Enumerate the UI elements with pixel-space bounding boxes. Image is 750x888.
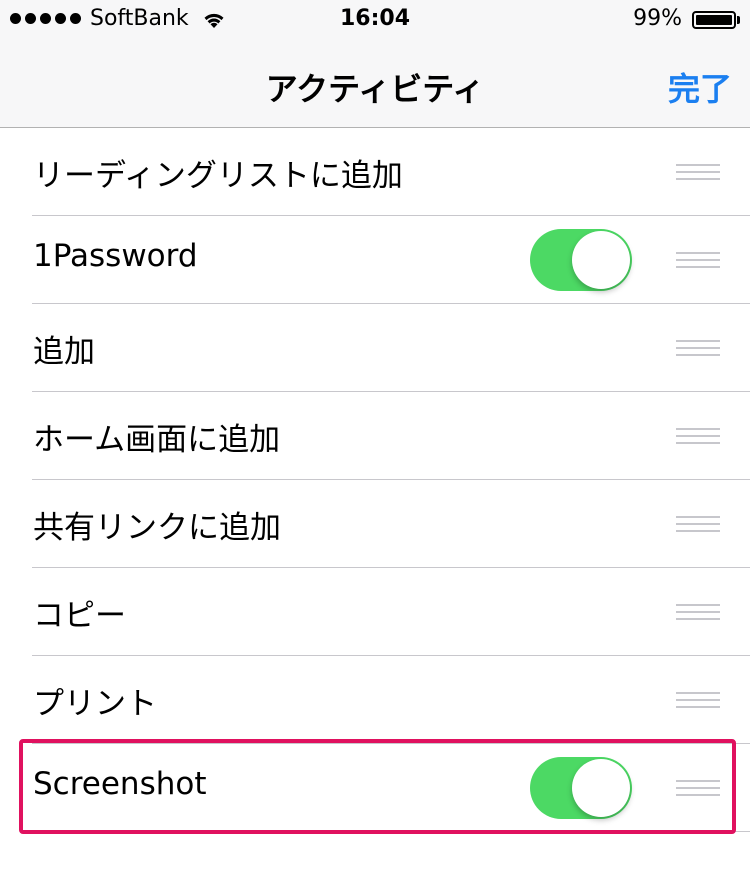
activity-label: Screenshot xyxy=(33,766,207,802)
reorder-grip-icon[interactable] xyxy=(676,252,720,273)
toggle-knob xyxy=(572,231,630,289)
reorder-grip-icon[interactable] xyxy=(676,780,720,801)
activity-label: プリント xyxy=(33,686,157,722)
status-bar: SoftBank 16:04 99% xyxy=(0,0,750,40)
battery-tip xyxy=(737,16,740,24)
activity-label: ホーム画面に追加 xyxy=(33,422,281,458)
activity-label: リーディングリストに追加 xyxy=(33,158,403,194)
activity-row: プリント xyxy=(0,656,750,744)
reorder-grip-icon[interactable] xyxy=(676,164,720,185)
navigation-header: SoftBank 16:04 99% アクティビティ 完了 xyxy=(0,0,750,128)
activity-row: ホーム画面に追加 xyxy=(0,392,750,480)
activity-toggle[interactable] xyxy=(530,757,632,819)
activity-toggle[interactable] xyxy=(530,229,632,291)
reorder-grip-icon[interactable] xyxy=(676,428,720,449)
activity-label: 1Password xyxy=(33,238,198,274)
activity-row: 追加 xyxy=(0,304,750,392)
activity-row: 1Password xyxy=(0,216,750,304)
battery-percent: 99% xyxy=(633,6,682,31)
battery-icon xyxy=(692,11,736,29)
activity-list: リーディングリストに追加 1Password 追加ホーム画面に追加 共有リンクに追加コ… xyxy=(0,128,750,832)
activity-row: 共有リンクに追加 xyxy=(0,480,750,568)
done-button[interactable]: 完了 xyxy=(668,64,732,110)
reorder-grip-icon[interactable] xyxy=(676,692,720,713)
activity-row: Screenshot xyxy=(0,744,750,832)
activity-row: リーディングリストに追加 xyxy=(0,128,750,216)
reorder-grip-icon[interactable] xyxy=(676,604,720,625)
reorder-grip-icon[interactable] xyxy=(676,340,720,361)
reorder-grip-icon[interactable] xyxy=(676,516,720,537)
activity-row: コピー xyxy=(0,568,750,656)
activity-label: 共有リンクに追加 xyxy=(33,510,281,546)
page-title: アクティビティ xyxy=(265,70,485,108)
activity-label: 追加 xyxy=(33,334,95,370)
toggle-knob xyxy=(572,759,630,817)
activity-label: コピー xyxy=(33,598,126,634)
